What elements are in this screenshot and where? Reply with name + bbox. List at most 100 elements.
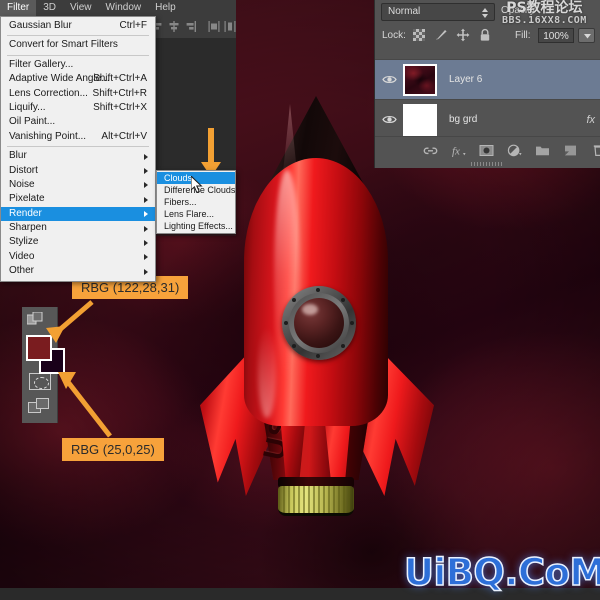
porthole-bolt (292, 298, 296, 302)
chevron-right-icon (144, 196, 148, 203)
blend-mode-select[interactable]: Normal (381, 3, 495, 21)
brush-lock-icon[interactable] (434, 28, 448, 42)
porthole-bolt (316, 354, 320, 358)
layer-effects-badge[interactable]: fx (586, 114, 595, 126)
menu-window[interactable]: Window (99, 0, 149, 16)
menu-item-sharpen[interactable]: Sharpen (1, 221, 155, 235)
layer-visibility-toggle[interactable] (375, 114, 403, 125)
submenu-item-fibers[interactable]: Fibers... (157, 196, 235, 208)
menu-item-lens-correction[interactable]: Lens Correction... Shift+Ctrl+R (1, 87, 155, 101)
screenshot-root: USA Filter 3D View Window Help Gaussian … (0, 0, 600, 600)
foreground-color-swatch[interactable] (26, 335, 52, 361)
menu-help[interactable]: Help (148, 0, 183, 16)
align-right-icon[interactable] (184, 20, 196, 33)
rocket-body-gloss-lower (258, 326, 276, 418)
fill-dropdown-button[interactable] (578, 28, 595, 43)
table-row[interactable]: Layer 6 (375, 60, 600, 100)
porthole-bolt (341, 298, 345, 302)
submenu-item-label: Lens Flare... (164, 209, 215, 219)
quick-mask-icon[interactable] (27, 312, 44, 327)
eye-icon (381, 115, 397, 124)
menu-item-gaussian-blur[interactable]: Gaussian Blur Ctrl+F (1, 19, 155, 33)
menu-item-filter-gallery[interactable]: Filter Gallery... (1, 58, 155, 72)
lock-icons-group (412, 28, 492, 42)
menu-filter[interactable]: Filter (0, 0, 37, 16)
menu-item-video[interactable]: Video (1, 250, 155, 264)
chevron-right-icon (144, 182, 148, 189)
filter-dropdown-menu: Gaussian Blur Ctrl+F Convert for Smart F… (0, 16, 156, 282)
layers-footer-icons: fx (423, 143, 600, 158)
link-layers-icon[interactable] (423, 143, 438, 158)
svg-text:fx: fx (452, 146, 460, 158)
menu-item-pixelate[interactable]: Pixelate (1, 192, 155, 206)
distribute-left-icon[interactable] (208, 20, 220, 33)
layer-row-partial[interactable] (375, 48, 600, 60)
chevron-right-icon (144, 225, 148, 232)
edit-in-quick-mask-icon[interactable] (29, 373, 51, 390)
menu-item-oil-paint[interactable]: Oil Paint... (1, 115, 155, 129)
menu-item-label: Render (9, 207, 42, 219)
porthole-bolt (350, 321, 354, 325)
menu-item-label: Liquify... (9, 101, 46, 113)
menu-item-other[interactable]: Other (1, 264, 155, 278)
move-lock-icon[interactable] (456, 28, 470, 42)
menu-view[interactable]: View (63, 0, 99, 16)
menu-item-blur[interactable]: Blur (1, 149, 155, 163)
lock-label: Lock: (382, 30, 406, 41)
eye-icon (381, 75, 397, 84)
spinner-updown-icon[interactable] (481, 7, 489, 19)
chevron-right-icon (144, 268, 148, 275)
chevron-right-icon (144, 239, 148, 246)
menu-item-distort[interactable]: Distort (1, 164, 155, 178)
layer-name[interactable]: bg grd (449, 114, 477, 125)
delete-layer-icon[interactable] (591, 143, 600, 158)
lock-all-icon[interactable] (478, 28, 492, 42)
menu-item-accel: Shift+Ctrl+R (92, 87, 147, 99)
layer-name[interactable]: Layer 6 (449, 74, 482, 85)
distribute-center-icon[interactable] (224, 20, 236, 33)
menu-item-label: Convert for Smart Filters (9, 39, 118, 51)
submenu-item-lighting-effects[interactable]: Lighting Effects... (157, 220, 235, 232)
layer-mask-icon[interactable] (479, 143, 494, 158)
menu-item-label: Distort (9, 164, 38, 176)
menu-item-label: Lens Correction... (9, 87, 88, 99)
menu-item-stylize[interactable]: Stylize (1, 235, 155, 249)
menu-item-accel: Alt+Ctrl+V (101, 130, 147, 142)
menu-item-vanishing-point[interactable]: Vanishing Point... Alt+Ctrl+V (1, 130, 155, 144)
menu-item-accel: Ctrl+F (119, 20, 148, 31)
layer-visibility-toggle[interactable] (375, 74, 403, 85)
menu-item-accel: Shift+Ctrl+X (93, 101, 147, 113)
panel-resize-grip[interactable] (471, 162, 503, 166)
menu-item-liquify[interactable]: Liquify... Shift+Ctrl+X (1, 101, 155, 115)
porthole-glass (294, 298, 344, 348)
layer-thumbnail[interactable] (403, 63, 437, 96)
menu-item-label: Video (9, 250, 35, 262)
menu-bar: Filter 3D View Window Help (0, 0, 236, 16)
align-icons-group (152, 20, 236, 33)
new-group-icon[interactable] (535, 143, 550, 158)
align-center-horizontal-icon[interactable] (168, 20, 180, 33)
menu-item-convert-smart-filters[interactable]: Convert for Smart Filters (1, 38, 155, 52)
transparency-lock-icon[interactable] (412, 28, 426, 42)
menu-item-label: Vanishing Point... (9, 130, 87, 142)
adjustment-layer-icon[interactable] (507, 143, 522, 158)
porthole-highlight (302, 304, 318, 315)
layers-panel-lock-row: Lock: Fill: 100% (375, 24, 600, 48)
menu-item-label: Other (9, 265, 35, 277)
screen-mode-icon[interactable] (28, 398, 52, 416)
submenu-item-lens-flare[interactable]: Lens Flare... (157, 208, 235, 220)
new-layer-icon[interactable] (563, 143, 578, 158)
menu-item-noise[interactable]: Noise (1, 178, 155, 192)
fill-value-input[interactable]: 100% (538, 28, 574, 43)
menu-item-label: Noise (9, 178, 35, 190)
menu-item-adaptive-wide-angle[interactable]: Adaptive Wide Angle... Shift+Ctrl+A (1, 72, 155, 86)
menu-3d[interactable]: 3D (36, 0, 63, 16)
layer-thumbnail[interactable] (403, 103, 437, 136)
layer-style-fx-icon[interactable]: fx (451, 143, 466, 158)
submenu-item-label: Fibers... (164, 197, 197, 207)
porthole-bolt (316, 288, 320, 292)
porthole-bolt (341, 344, 345, 348)
chevron-right-icon (144, 254, 148, 261)
table-row[interactable]: bg grd fx (375, 100, 600, 136)
menu-item-render[interactable]: Render (1, 206, 155, 222)
